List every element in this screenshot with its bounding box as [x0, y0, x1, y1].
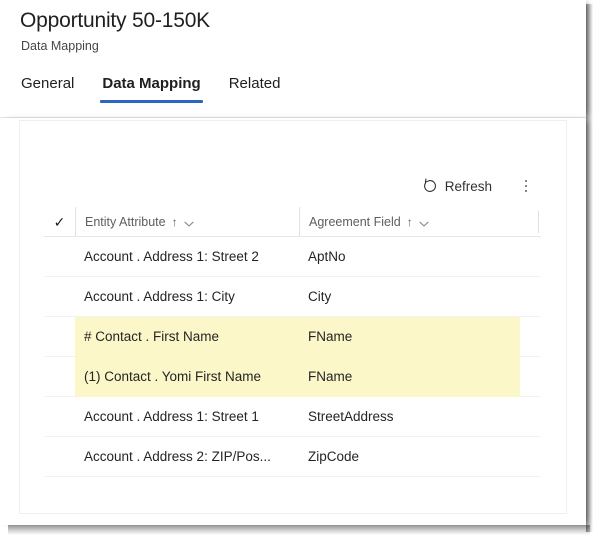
- page-subtitle: Data Mapping: [21, 39, 99, 53]
- table-row[interactable]: Account . Address 2: ZIP/Pos... ZipCode: [44, 437, 541, 477]
- grid-header-row: ✓ Entity Attribute ↑ Agreement Field ↑: [44, 206, 541, 237]
- checkmark-icon: ✓: [53, 213, 66, 230]
- cell-entity-attribute: (1) Contact . Yomi First Name: [75, 356, 299, 397]
- column-header-entity-attribute[interactable]: Entity Attribute ↑: [75, 206, 299, 237]
- column-header-entity-attribute-label: Entity Attribute: [85, 214, 166, 229]
- tab-general[interactable]: General: [19, 74, 88, 103]
- page-shadow-bottom: [8, 525, 590, 535]
- cell-entity-attribute: Account . Address 1: City: [84, 288, 235, 304]
- table-row[interactable]: # Contact . First Name FName: [44, 316, 541, 357]
- sort-ascending-icon: ↑: [406, 214, 413, 229]
- cell-agreement-field: FName: [299, 316, 520, 357]
- data-mapping-grid: ✓ Entity Attribute ↑ Agreement Field ↑ A…: [44, 206, 541, 477]
- tab-strip: General Data Mapping Related: [19, 74, 294, 103]
- content-area: Refresh ✓ Entity Attribute ↑ Agreement F…: [0, 118, 586, 525]
- chevron-down-icon[interactable]: [183, 217, 194, 227]
- cell-agreement-field: StreetAddress: [308, 408, 394, 424]
- cell-agreement-field: AptNo: [308, 248, 346, 264]
- cell-entity-attribute: # Contact . First Name: [75, 316, 299, 357]
- more-vertical-icon[interactable]: [511, 170, 541, 202]
- column-header-agreement-field[interactable]: Agreement Field ↑: [299, 206, 520, 237]
- table-row[interactable]: Account . Address 1: City City: [44, 277, 541, 317]
- refresh-icon: [422, 178, 438, 194]
- tab-data-mapping-label: Data Mapping: [102, 75, 201, 92]
- record-form-page: Opportunity 50-150K Data Mapping General…: [0, 0, 593, 543]
- table-row[interactable]: Account . Address 1: Street 2 AptNo: [44, 237, 541, 277]
- cell-agreement-field: FName: [299, 356, 520, 397]
- refresh-button[interactable]: Refresh: [413, 170, 501, 202]
- grid-command-bar: Refresh: [44, 169, 541, 203]
- tab-related-label: Related: [228, 75, 281, 92]
- more-dot-3: [524, 189, 528, 193]
- tab-general-label: General: [21, 75, 75, 92]
- cell-entity-attribute: Account . Address 1: Street 2: [84, 248, 259, 264]
- cell-agreement-field: ZipCode: [308, 448, 360, 464]
- table-row[interactable]: (1) Contact . Yomi First Name FName: [44, 356, 541, 397]
- cell-entity-attribute: Account . Address 2: ZIP/Pos...: [84, 448, 271, 464]
- refresh-label: Refresh: [444, 178, 492, 194]
- column-header-agreement-field-label: Agreement Field: [309, 214, 401, 229]
- page-shadow-right: [586, 4, 593, 532]
- record-header: Opportunity 50-150K Data Mapping General…: [0, 0, 586, 118]
- sort-ascending-icon: ↑: [171, 214, 178, 229]
- select-all-checkbox[interactable]: ✓: [44, 215, 75, 229]
- cell-entity-attribute: Account . Address 1: Street 1: [84, 408, 259, 424]
- more-dot-1: [524, 179, 528, 183]
- tab-related[interactable]: Related: [215, 74, 295, 103]
- more-dot-2: [524, 184, 528, 188]
- data-mapping-panel: Refresh ✓ Entity Attribute ↑ Agreement F…: [19, 120, 567, 514]
- page-title: Opportunity 50-150K: [20, 9, 210, 32]
- column-header-end-divider: [520, 210, 539, 233]
- cell-agreement-field: City: [308, 288, 332, 304]
- chevron-down-icon[interactable]: [418, 217, 429, 227]
- tab-data-mapping[interactable]: Data Mapping: [88, 74, 214, 103]
- table-row[interactable]: Account . Address 1: Street 1 StreetAddr…: [44, 397, 541, 437]
